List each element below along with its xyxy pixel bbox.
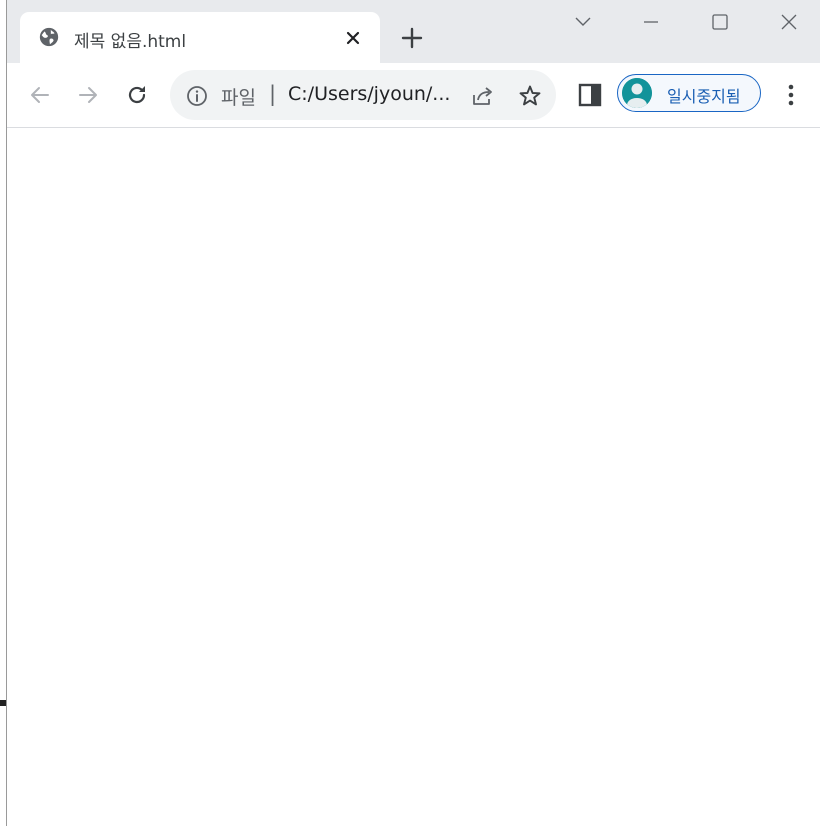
address-bar[interactable]: 파일 | C:/Users/jyoun/... [170,70,556,120]
tab-title: 제목 없음.html [74,32,187,52]
close-icon[interactable] [777,10,801,34]
browser-toolbar: 파일 | C:/Users/jyoun/... 일시중지됨 [7,63,820,128]
back-arrow-icon[interactable] [27,82,53,108]
minimize-icon[interactable] [639,10,663,34]
profile-status-label: 일시중지됨 [667,87,741,106]
side-panel-icon[interactable] [577,82,603,108]
new-tab-icon[interactable] [399,25,425,51]
star-icon[interactable] [517,83,543,109]
url-text[interactable]: C:/Users/jyoun/... [288,83,458,105]
forward-arrow-icon[interactable] [75,82,101,108]
close-tab-icon[interactable] [343,28,363,48]
active-tab[interactable]: 제목 없음.html [20,12,380,63]
reload-icon[interactable] [124,82,150,108]
page-content [7,128,820,826]
avatar [622,78,652,108]
tab-search-icon[interactable] [571,10,595,34]
scheme-separator: | [269,82,277,106]
profile-button[interactable]: 일시중지됨 [617,74,761,112]
scheme-label: 파일 [221,87,256,109]
share-icon[interactable] [470,83,496,109]
maximize-icon[interactable] [708,10,732,34]
more-menu-icon[interactable] [779,82,803,108]
tab-strip: 제목 없음.html [7,0,820,63]
globe-icon [39,27,59,47]
browser-window: 제목 없음.html 파일 | C:/Users/jyoun/... 일시중지됨 [6,0,820,826]
info-icon[interactable] [186,85,208,107]
